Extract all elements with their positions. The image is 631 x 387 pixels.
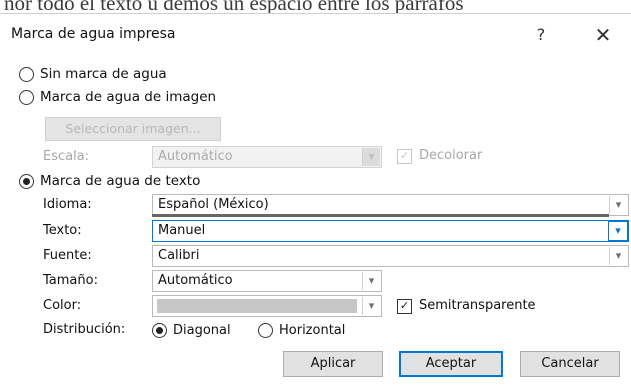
text-combobox[interactable]: Manuel ▾: [152, 220, 629, 242]
select-picture-button: Seleccionar imagen...: [45, 117, 221, 141]
size-dropdown[interactable]: Automático ▾: [152, 270, 382, 292]
radio-icon[interactable]: [19, 66, 34, 82]
language-label: Idioma:: [43, 197, 92, 212]
horizontal-label: Horizontal: [279, 322, 346, 338]
font-value: Calibri: [158, 248, 200, 263]
radio-icon[interactable]: [19, 173, 34, 189]
font-label: Fuente:: [43, 248, 92, 263]
washout-label: Decolorar: [419, 148, 483, 163]
dialog-titlebar: Marca de agua impresa ? ✕: [0, 14, 631, 58]
cancel-button[interactable]: Cancelar: [520, 351, 620, 377]
size-value: Automático: [158, 273, 233, 288]
horizontal-option[interactable]: Horizontal: [258, 319, 345, 341]
washout-checkbox: ✓: [397, 149, 412, 164]
picture-watermark-option[interactable]: Marca de agua de imagen: [19, 86, 216, 108]
help-icon[interactable]: ?: [527, 22, 555, 48]
diagonal-option[interactable]: Diagonal: [152, 319, 231, 341]
chevron-down-icon: ▾: [362, 148, 380, 166]
language-field-underline: [152, 214, 609, 217]
ok-button[interactable]: Aceptar: [399, 351, 503, 377]
no-watermark-label: Sin marca de agua: [40, 66, 167, 82]
text-value[interactable]: Manuel: [158, 223, 205, 238]
text-watermark-label: Marca de agua de texto: [40, 173, 201, 189]
language-dropdown[interactable]: Español (México) ▾: [152, 194, 629, 216]
radio-icon[interactable]: [258, 322, 273, 338]
text-label: Texto:: [43, 223, 82, 238]
chevron-down-icon[interactable]: ▾: [362, 272, 380, 290]
radio-icon[interactable]: [152, 322, 167, 338]
semitransparent-label: Semitransparente: [419, 298, 536, 313]
layout-label: Distribución:: [43, 322, 126, 337]
color-label: Color:: [43, 298, 82, 313]
language-value: Español (México): [158, 197, 269, 212]
diagonal-label: Diagonal: [173, 322, 231, 338]
text-watermark-option[interactable]: Marca de agua de texto: [19, 170, 200, 192]
scale-value: Automático: [158, 149, 233, 164]
no-watermark-option[interactable]: Sin marca de agua: [19, 63, 167, 85]
chevron-down-icon[interactable]: ▾: [362, 297, 380, 315]
dialog-title: Marca de agua impresa: [11, 26, 176, 42]
apply-button[interactable]: Aplicar: [283, 351, 383, 377]
radio-icon[interactable]: [19, 89, 34, 105]
picture-watermark-label: Marca de agua de imagen: [40, 89, 217, 105]
chevron-down-icon[interactable]: ▾: [609, 247, 627, 265]
scale-dropdown: Automático ▾: [152, 146, 382, 168]
document-background-text: nor todo el texto u demos un espacio ent…: [4, 0, 464, 13]
size-label: Tamaño:: [43, 273, 98, 288]
printed-watermark-dialog: Marca de agua impresa ? ✕ Sin marca de a…: [0, 13, 631, 387]
scale-label: Escala:: [43, 149, 90, 164]
color-dropdown[interactable]: ▾: [152, 295, 382, 317]
font-dropdown[interactable]: Calibri ▾: [152, 245, 629, 267]
semitransparent-checkbox[interactable]: ✓: [397, 299, 412, 314]
close-icon[interactable]: ✕: [589, 22, 617, 48]
chevron-down-icon[interactable]: ▾: [609, 196, 627, 214]
chevron-down-icon[interactable]: ▾: [608, 221, 628, 241]
color-swatch: [157, 299, 357, 313]
